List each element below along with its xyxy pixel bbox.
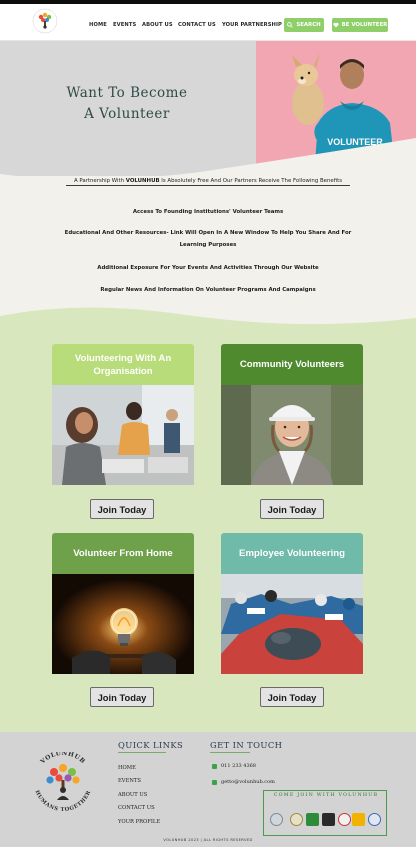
- footer-about-link[interactable]: ABOUT US: [118, 792, 147, 798]
- copyright-text: VOLUNHUB 2023 | ALL RIGHTS RESERVED: [163, 838, 253, 842]
- svg-text:HUMANS TOGETHER: HUMANS TOGETHER: [34, 790, 93, 813]
- footer-logo[interactable]: VOLUNHUB HUMANS TOGETHER: [28, 752, 98, 814]
- card-image-community: [221, 385, 363, 485]
- quick-links-underline: [118, 752, 166, 753]
- phone-contact[interactable]: 011 233 4368: [212, 763, 256, 769]
- footer-contact-link[interactable]: CONTACT US: [118, 805, 155, 811]
- card-community[interactable]: Community Volunteers: [221, 344, 363, 485]
- intro-text-start: A Partnership With: [73, 178, 126, 184]
- card-title: Community Volunteers: [221, 344, 363, 385]
- partner-logo[interactable]: [270, 813, 283, 826]
- card-title: Employee Volunteering: [221, 533, 363, 574]
- partner-logo[interactable]: [322, 813, 335, 826]
- nav-home-link[interactable]: HOME: [89, 22, 107, 28]
- card-image-from-home: [52, 574, 194, 674]
- be-volunteer-label: BE VOLUNTEER: [341, 22, 388, 28]
- benefit-item: Access To Founding Institutions' Volunte…: [132, 209, 284, 215]
- card-title: Volunteering With An Organisation: [52, 344, 194, 385]
- site-logo[interactable]: [28, 7, 62, 39]
- search-button[interactable]: SEARCH: [284, 18, 324, 32]
- card-from-home[interactable]: Volunteer From Home: [52, 533, 194, 674]
- get-in-touch-heading: GET IN TOUCH: [210, 740, 283, 750]
- partnership-intro: A Partnership With VOLUNHUB Is Absolutel…: [66, 178, 350, 186]
- partners-title: COME JOIN WITH VOLUNHUB: [273, 793, 379, 798]
- nav-events-link[interactable]: EVENTS: [113, 22, 136, 28]
- email-contact[interactable]: getto@volunhub.com: [212, 779, 275, 785]
- partner-logo[interactable]: [338, 813, 351, 826]
- intro-text-end: Is Absolutely Free And Our Partners Rece…: [159, 178, 343, 184]
- footer-events-link[interactable]: EVENTS: [118, 778, 141, 784]
- hero-title-line-2: A Volunteer: [84, 106, 170, 122]
- partners-box: COME JOIN WITH VOLUNHUB: [263, 790, 387, 836]
- hero-title: Want To Become A Volunteer: [62, 83, 192, 125]
- card-title: Volunteer From Home: [52, 533, 194, 574]
- benefit-item[interactable]: Educational And Other Resources- Link Wi…: [58, 227, 358, 251]
- footer-logo-text-top: VOLUNHUB: [39, 752, 86, 766]
- quick-links-heading: QUICK LINKS: [118, 740, 184, 750]
- partner-logo[interactable]: [306, 813, 319, 826]
- search-button-label: SEARCH: [296, 22, 321, 28]
- benefit-item: Regular News And Information On Voluntee…: [100, 287, 316, 293]
- green-wave-divider: [0, 296, 416, 336]
- top-navigation: HOME EVENTS ABOUT US CONTACT US YOUR PAR…: [0, 4, 416, 41]
- svg-text:VOLUNHUB: VOLUNHUB: [39, 752, 87, 766]
- email-address: getto@volunhub.com: [221, 779, 275, 785]
- email-icon: [212, 779, 217, 785]
- benefit-item: Additional Exposure For Your Events And …: [97, 265, 319, 271]
- phone-number: 011 233 4368: [221, 763, 256, 769]
- join-today-button[interactable]: Join Today: [260, 499, 324, 519]
- footer-logo-text-bottom: HUMANS TOGETHER: [34, 790, 92, 813]
- phone-icon: [212, 763, 217, 769]
- footer-profile-link[interactable]: YOUR PROFILE: [118, 819, 160, 825]
- card-image-organisation: [52, 385, 194, 485]
- partner-logo[interactable]: [352, 813, 365, 826]
- nav-contact-link[interactable]: CONTACT US: [178, 22, 216, 28]
- join-today-button[interactable]: Join Today: [260, 687, 324, 707]
- nav-about-link[interactable]: ABOUT US: [142, 22, 173, 28]
- search-icon: [287, 22, 294, 28]
- be-volunteer-button[interactable]: BE VOLUNTEER: [332, 18, 388, 32]
- hero-title-line-1: Want To Become: [66, 85, 188, 101]
- partner-logo[interactable]: [368, 813, 381, 826]
- heart-icon: [333, 22, 339, 28]
- intro-brand: VOLUNHUB: [125, 178, 160, 184]
- join-today-button[interactable]: Join Today: [90, 499, 154, 519]
- card-organisation[interactable]: Volunteering With An Organisation: [52, 344, 194, 485]
- join-today-button[interactable]: Join Today: [90, 687, 154, 707]
- footer-home-link[interactable]: HOME: [118, 765, 136, 771]
- partner-logo[interactable]: [290, 813, 303, 826]
- card-image-employee: [221, 574, 363, 674]
- card-employee[interactable]: Employee Volunteering: [221, 533, 363, 674]
- get-in-touch-underline: [210, 752, 250, 753]
- nav-partnership-link[interactable]: YOUR PARTNERSHIP: [222, 22, 282, 28]
